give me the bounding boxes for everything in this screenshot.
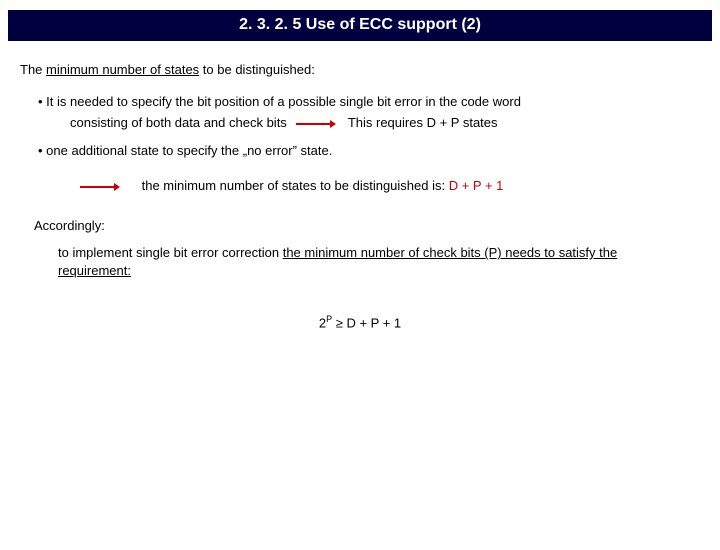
bullet-1: • It is needed to specify the bit positi… — [38, 93, 702, 111]
formula-sup: P — [326, 314, 332, 324]
min-states-expr: D + P + 1 — [449, 178, 504, 193]
intro-line: The minimum number of states to be disti… — [20, 61, 702, 79]
min-states-text: the minimum number of states to be disti… — [142, 178, 449, 193]
intro-underline: minimum number of states — [46, 62, 199, 77]
bullet-1-sub-post: This requires D + P states — [348, 115, 498, 130]
formula-base: 2 — [319, 316, 326, 331]
bullet-1-sub: consisting of both data and check bits T… — [70, 114, 702, 132]
slide: 2. 3. 2. 5 Use of ECC support (2) The mi… — [0, 10, 720, 550]
accordingly-label: Accordingly: — [34, 217, 702, 235]
arrow-right-icon — [296, 119, 336, 129]
bullet-1-sub-pre: consisting of both data and check bits — [70, 115, 287, 130]
formula: 2P ≥ D + P + 1 — [18, 313, 702, 332]
slide-body: The minimum number of states to be disti… — [0, 41, 720, 332]
arrow-right-icon — [80, 182, 120, 192]
impl-pre: to implement single bit error correction — [58, 245, 283, 260]
slide-title: 2. 3. 2. 5 Use of ECC support (2) — [8, 10, 712, 41]
implementation-text: to implement single bit error correction… — [58, 244, 658, 279]
intro-pre: The — [20, 62, 46, 77]
min-states-line: the minimum number of states to be disti… — [80, 177, 702, 195]
intro-post: to be distinguished: — [199, 62, 315, 77]
bullet-2: • one additional state to specify the „n… — [38, 142, 702, 160]
formula-post: ≥ D + P + 1 — [332, 316, 401, 331]
